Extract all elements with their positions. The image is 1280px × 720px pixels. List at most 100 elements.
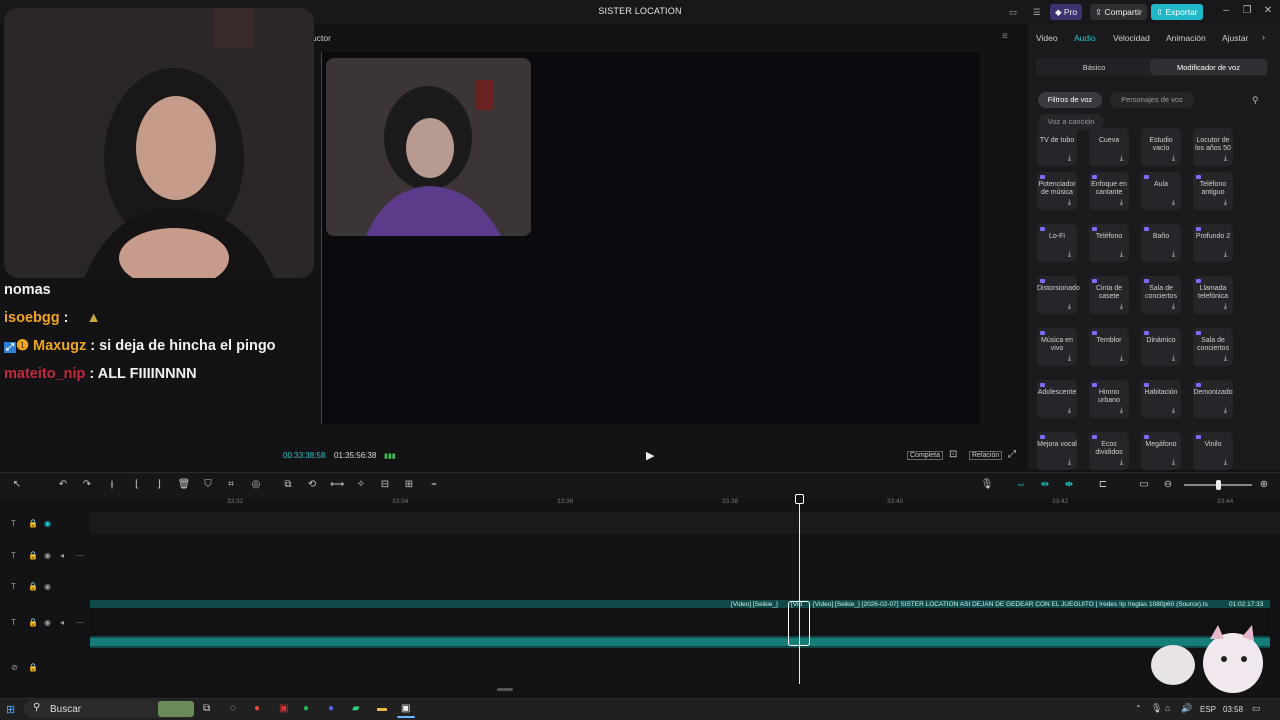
pro-button[interactable]: ◆ Pro bbox=[1050, 4, 1083, 20]
more-icon[interactable]: ⋯ bbox=[76, 618, 84, 627]
download-icon[interactable]: ⤓ bbox=[1068, 407, 1071, 415]
marker-icon[interactable]: ⛉ bbox=[201, 478, 215, 492]
editor-icon[interactable]: ▣ bbox=[401, 703, 410, 714]
voice-effect-card[interactable]: TV de tubo ⤓ bbox=[1037, 128, 1077, 166]
download-icon[interactable]: ⤓ bbox=[1224, 407, 1227, 415]
crop-icon[interactable]: ⌗ bbox=[224, 478, 238, 492]
zoom-in-icon[interactable]: ⊕ bbox=[1257, 478, 1271, 492]
lock-icon[interactable]: 🔒 bbox=[28, 618, 38, 627]
lock-icon[interactable]: 🔒 bbox=[28, 551, 38, 560]
zoom-out-icon[interactable]: ⊖ bbox=[1161, 478, 1175, 492]
voice-effect-card[interactable]: Música en vivo ⤓ bbox=[1037, 328, 1077, 366]
play-icon[interactable]: ▶ bbox=[646, 449, 654, 462]
split-left-icon[interactable]: ⌊ bbox=[130, 478, 144, 492]
maximize-icon[interactable]: ❐ bbox=[1240, 5, 1254, 16]
voice-effect-card[interactable]: Adolescente ⤓ bbox=[1037, 380, 1077, 418]
download-icon[interactable]: ⤓ bbox=[1224, 355, 1227, 363]
split-icon[interactable]: ⫲ bbox=[105, 478, 119, 492]
folder-icon[interactable]: ▬ bbox=[377, 703, 387, 714]
download-icon[interactable]: ⤓ bbox=[1120, 251, 1123, 259]
download-icon[interactable]: ⤓ bbox=[1172, 199, 1175, 207]
download-icon[interactable]: ⤓ bbox=[1172, 459, 1175, 467]
lock-icon[interactable]: 🔒 bbox=[28, 519, 38, 528]
subtitle-icon[interactable]: ⊟ bbox=[378, 478, 392, 492]
download-icon[interactable]: ⤓ bbox=[1172, 407, 1175, 415]
link-icon[interactable]: ⇔ bbox=[1014, 478, 1028, 492]
audio-icon[interactable]: ◂ bbox=[60, 618, 64, 627]
download-icon[interactable]: ⤓ bbox=[1068, 199, 1071, 207]
caption-icon[interactable]: ▭ bbox=[1137, 478, 1151, 492]
voice-filters-pill[interactable]: Filtros de voz bbox=[1038, 92, 1102, 108]
mirror-icon[interactable]: ⟷ bbox=[330, 478, 344, 492]
snap-icon[interactable]: ⇹ bbox=[1038, 478, 1052, 492]
reverse-icon[interactable]: ⟲ bbox=[305, 478, 319, 492]
speed-icon[interactable]: ◎ bbox=[249, 478, 263, 492]
download-icon[interactable]: ⤓ bbox=[1068, 303, 1071, 311]
network-icon[interactable]: ⌂ bbox=[1165, 703, 1170, 713]
voice-effect-card[interactable]: Teléfono antiguo ⤓ bbox=[1193, 172, 1233, 210]
voice-effect-card[interactable]: Ecos divididos ⤓ bbox=[1089, 432, 1129, 470]
subtab-voice-changer[interactable]: Modificador de voz bbox=[1150, 63, 1267, 72]
eye-icon[interactable]: ◉ bbox=[44, 618, 51, 627]
notification-icon[interactable]: ▭ bbox=[1252, 703, 1261, 714]
download-icon[interactable]: ⤓ bbox=[1068, 251, 1071, 259]
delete-icon[interactable]: 🗑 bbox=[177, 478, 191, 492]
full-quality-button[interactable]: Completa bbox=[907, 451, 943, 460]
clock[interactable]: 03:58 bbox=[1223, 705, 1243, 714]
download-icon[interactable]: ⤓ bbox=[1120, 407, 1123, 415]
voice-effect-card[interactable]: Temblor ⤓ bbox=[1089, 328, 1129, 366]
preview-axis-icon[interactable]: ⇼ bbox=[1062, 478, 1076, 492]
download-icon[interactable]: ⤓ bbox=[1120, 155, 1123, 163]
download-icon[interactable]: ⤓ bbox=[1120, 459, 1123, 467]
download-icon[interactable]: ⤓ bbox=[1224, 199, 1227, 207]
eye-icon[interactable]: ◉ bbox=[44, 582, 51, 591]
eye-icon[interactable]: ◉ bbox=[44, 519, 51, 528]
voice-effect-card[interactable]: Llamada telefónica ⤓ bbox=[1193, 276, 1233, 314]
voice-effect-card[interactable]: Megáfono ⤓ bbox=[1141, 432, 1181, 470]
tab-animación[interactable]: Animación bbox=[1166, 33, 1206, 43]
voice-effect-card[interactable]: Locutor de los años 50 ⤓ bbox=[1193, 128, 1233, 166]
beat-icon[interactable]: ⌁ bbox=[427, 478, 441, 492]
mic-icon[interactable]: 🎙 bbox=[1151, 703, 1162, 714]
player-menu-icon[interactable]: ≡ bbox=[1002, 31, 1008, 42]
language-indicator[interactable]: ESP bbox=[1200, 705, 1216, 714]
eye-icon[interactable]: ◉ bbox=[44, 551, 51, 560]
download-icon[interactable]: ⤓ bbox=[1068, 355, 1071, 363]
discord-icon[interactable]: ● bbox=[328, 703, 334, 714]
fullscreen-icon[interactable]: ⤢ bbox=[1008, 449, 1016, 460]
voice-effect-card[interactable]: Enfoque en cantante ⤓ bbox=[1089, 172, 1129, 210]
redo-icon[interactable]: ↷ bbox=[80, 478, 94, 492]
voice-characters-pill[interactable]: Personajes de voz bbox=[1110, 92, 1194, 108]
download-icon[interactable]: ⤓ bbox=[1172, 355, 1175, 363]
download-icon[interactable]: ⤓ bbox=[1224, 155, 1227, 163]
download-icon[interactable]: ⤓ bbox=[1120, 355, 1123, 363]
voice-effect-card[interactable]: Vinilo ⤓ bbox=[1193, 432, 1233, 470]
zoom-fit-icon[interactable]: ⊏ bbox=[1096, 478, 1110, 492]
app-icon[interactable]: ◌ bbox=[230, 703, 236, 714]
voice-effect-card[interactable]: Sala de conciertos ⤓ bbox=[1141, 276, 1181, 314]
undo-icon[interactable]: ↶ bbox=[56, 478, 70, 492]
voice-effect-card[interactable]: Sala de conciertos ⤓ bbox=[1193, 328, 1233, 366]
download-icon[interactable]: ⤓ bbox=[1224, 251, 1227, 259]
playhead-handle[interactable] bbox=[795, 494, 804, 504]
download-icon[interactable]: ⤓ bbox=[1172, 155, 1175, 163]
share-button[interactable]: ⇪ Compartir bbox=[1090, 4, 1147, 20]
spotify-icon[interactable]: ● bbox=[303, 703, 309, 714]
layout-icon[interactable]: ▭ bbox=[1004, 4, 1022, 20]
tab-velocidad[interactable]: Velocidad bbox=[1113, 33, 1150, 43]
voice-effect-card[interactable]: Potenciador de música ⤓ bbox=[1037, 172, 1077, 210]
voice-effect-card[interactable]: Dinámico ⤓ bbox=[1141, 328, 1181, 366]
select-icon[interactable]: ↖ bbox=[10, 478, 24, 492]
download-icon[interactable]: ⤓ bbox=[1172, 251, 1175, 259]
voice-effect-card[interactable]: Mejora vocal ⤓ bbox=[1037, 432, 1077, 470]
download-icon[interactable]: ⤓ bbox=[1120, 303, 1123, 311]
timeline-scrollbar[interactable] bbox=[497, 688, 513, 691]
voice-effect-card[interactable]: Demonizado ⤓ bbox=[1193, 380, 1233, 418]
lock-icon[interactable]: 🔒 bbox=[28, 663, 38, 672]
snapshot-icon[interactable]: ⊡ bbox=[949, 449, 957, 460]
mic-record-icon[interactable]: 🎙 bbox=[980, 478, 994, 492]
chrome-icon[interactable]: ● bbox=[254, 703, 260, 714]
lock-icon[interactable]: 🔒 bbox=[28, 582, 38, 591]
tab-video[interactable]: Video bbox=[1036, 33, 1058, 43]
voice-effect-card[interactable]: Distorsionado ⤓ bbox=[1037, 276, 1080, 314]
